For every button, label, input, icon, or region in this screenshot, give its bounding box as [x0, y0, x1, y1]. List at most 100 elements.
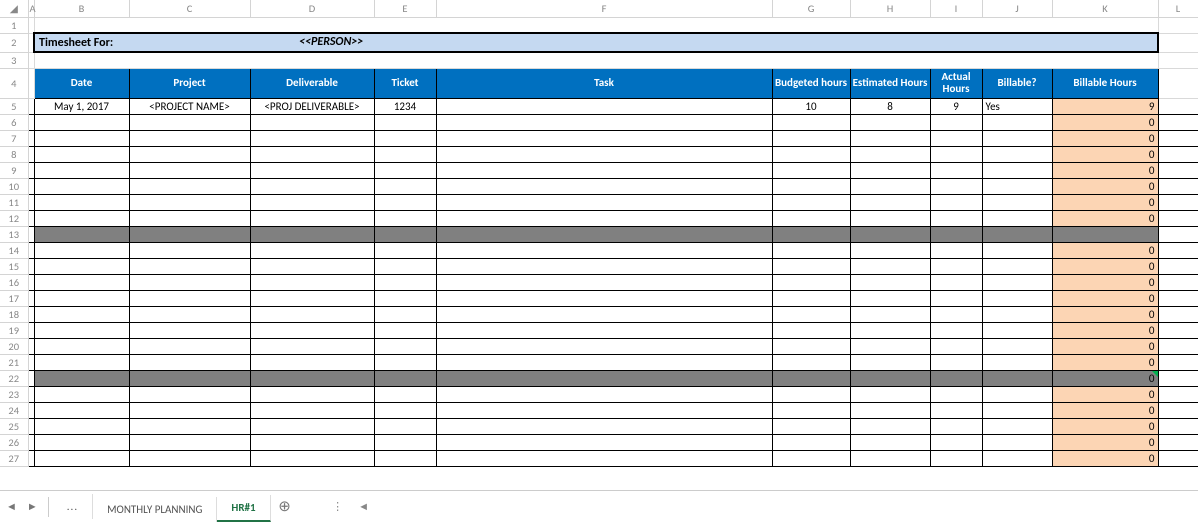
cell[interactable]: [374, 450, 436, 466]
cell-billable-hours[interactable]: 0: [1052, 258, 1158, 274]
cell[interactable]: [772, 418, 850, 434]
cell-billable-hours[interactable]: 0: [1052, 194, 1158, 210]
cell[interactable]: [1158, 210, 1198, 226]
cell[interactable]: [850, 354, 930, 370]
cell[interactable]: [772, 386, 850, 402]
tab-prev-icon[interactable]: ◄: [6, 500, 17, 513]
row-header[interactable]: 24: [0, 402, 28, 418]
cell[interactable]: [250, 306, 374, 322]
cell[interactable]: [850, 162, 930, 178]
cell-project[interactable]: <PROJECT NAME>: [129, 98, 250, 114]
col-header[interactable]: C: [129, 0, 250, 17]
cell[interactable]: [34, 242, 129, 258]
cell[interactable]: [1158, 194, 1198, 210]
select-all-corner[interactable]: ◢: [0, 0, 28, 17]
cell-ticket[interactable]: 1234: [374, 98, 436, 114]
cell[interactable]: [34, 194, 129, 210]
cell[interactable]: [436, 178, 772, 194]
row-header[interactable]: 27: [0, 450, 28, 466]
cell[interactable]: [1158, 130, 1198, 146]
cell[interactable]: [250, 242, 374, 258]
row-header[interactable]: 19: [0, 322, 28, 338]
cell[interactable]: [850, 242, 930, 258]
cell[interactable]: [930, 418, 982, 434]
cell[interactable]: [374, 210, 436, 226]
cell[interactable]: [772, 274, 850, 290]
cell[interactable]: [930, 178, 982, 194]
cell[interactable]: [1158, 338, 1198, 354]
cell[interactable]: [374, 402, 436, 418]
cell[interactable]: [374, 322, 436, 338]
tab-next-icon[interactable]: ►: [27, 500, 38, 513]
cell[interactable]: [1158, 33, 1198, 52]
cell[interactable]: [250, 434, 374, 450]
cell[interactable]: [374, 338, 436, 354]
header-billable-hours[interactable]: Billable Hours: [1052, 68, 1158, 98]
cell[interactable]: [374, 306, 436, 322]
cell[interactable]: [129, 418, 250, 434]
cell[interactable]: [129, 178, 250, 194]
row-header[interactable]: 25: [0, 418, 28, 434]
cell[interactable]: [250, 114, 374, 130]
cell[interactable]: [1158, 434, 1198, 450]
cell[interactable]: [1158, 450, 1198, 466]
cell[interactable]: [982, 434, 1052, 450]
cell[interactable]: [436, 450, 772, 466]
cell[interactable]: [34, 354, 129, 370]
cell[interactable]: [1158, 354, 1198, 370]
cell[interactable]: [250, 274, 374, 290]
cell[interactable]: [772, 242, 850, 258]
cell[interactable]: [250, 386, 374, 402]
cell[interactable]: [129, 338, 250, 354]
cell[interactable]: [772, 146, 850, 162]
row-header[interactable]: 2: [0, 33, 28, 52]
cell[interactable]: [34, 450, 129, 466]
cell[interactable]: [850, 338, 930, 354]
cell[interactable]: [982, 354, 1052, 370]
cell[interactable]: [930, 402, 982, 418]
cell[interactable]: [772, 370, 850, 386]
cell[interactable]: [1158, 274, 1198, 290]
cell-billable[interactable]: Yes: [982, 98, 1052, 114]
cell[interactable]: [930, 258, 982, 274]
cell[interactable]: [930, 290, 982, 306]
row-header[interactable]: 11: [0, 194, 28, 210]
col-header[interactable]: B: [34, 0, 129, 17]
cell[interactable]: [772, 162, 850, 178]
cell[interactable]: [772, 114, 850, 130]
row-header[interactable]: 16: [0, 274, 28, 290]
cell[interactable]: [34, 210, 129, 226]
cell[interactable]: [129, 226, 250, 242]
cell-billable-hours[interactable]: 0: [1052, 114, 1158, 130]
cell[interactable]: [436, 130, 772, 146]
cell[interactable]: [129, 242, 250, 258]
cell[interactable]: [772, 306, 850, 322]
cell[interactable]: [1158, 226, 1198, 242]
header-date[interactable]: Date: [34, 68, 129, 98]
cell[interactable]: [930, 354, 982, 370]
cell[interactable]: [436, 434, 772, 450]
row-header[interactable]: 8: [0, 146, 28, 162]
cell[interactable]: [436, 114, 772, 130]
cell[interactable]: [250, 322, 374, 338]
cell[interactable]: [374, 386, 436, 402]
cell-task[interactable]: [436, 98, 772, 114]
cell[interactable]: [1158, 418, 1198, 434]
cell[interactable]: [850, 290, 930, 306]
col-header[interactable]: K: [1052, 0, 1158, 17]
row-header[interactable]: 15: [0, 258, 28, 274]
cell[interactable]: [772, 258, 850, 274]
cell[interactable]: [34, 338, 129, 354]
cell[interactable]: [129, 434, 250, 450]
cell[interactable]: [374, 162, 436, 178]
cell-billable-hours[interactable]: 0: [1052, 322, 1158, 338]
cell[interactable]: [772, 338, 850, 354]
cell[interactable]: [250, 450, 374, 466]
cell[interactable]: [34, 370, 129, 386]
cell[interactable]: [250, 162, 374, 178]
cell[interactable]: [129, 322, 250, 338]
cell[interactable]: [34, 306, 129, 322]
row-header[interactable]: 9: [0, 162, 28, 178]
cell[interactable]: [129, 162, 250, 178]
cell[interactable]: [982, 146, 1052, 162]
